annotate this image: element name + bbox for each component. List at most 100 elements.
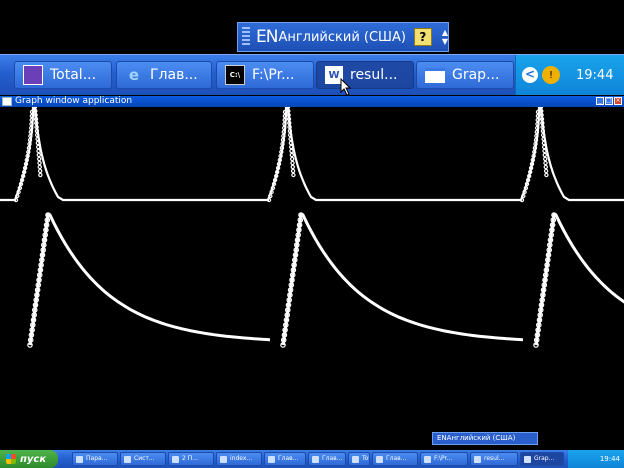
taskbar-item[interactable]: Глав... [372,452,418,466]
app-window-icon [2,97,12,106]
upper-waveform [33,107,288,202]
taskbar-button-label: Глав... [150,67,198,83]
internet-explorer-icon: e [128,66,140,84]
app-icon [124,455,131,463]
taskbar-button-results[interactable]: W resul... [316,61,414,89]
app-icon [352,455,359,463]
minimize-button[interactable]: _ [596,97,604,105]
floppy-disk-icon [23,65,43,85]
waveform-sample-point [542,144,547,150]
waveform-sample-point [291,172,296,178]
waveform-sample-point [543,164,549,170]
taskbar-item[interactable]: F:\Pr... [420,452,468,466]
waveform-sample-point [288,136,293,142]
drag-grip-icon[interactable] [242,27,250,47]
waveform-sample-point [38,172,43,178]
window-title-bar[interactable]: Graph window application _ □ × [0,96,624,107]
waveform-sample-point [36,148,41,154]
taskbar-item-label: F:\Pr... [434,455,453,462]
windows-logo-icon [6,454,16,464]
security-alert-icon[interactable]: ! [542,66,560,84]
close-button[interactable]: × [614,97,622,105]
taskbar-item[interactable]: Сист... [120,452,166,466]
chevron-left-icon[interactable]: < [522,67,538,83]
lower-waveform [28,213,271,346]
taskbar-item[interactable]: Глав... [264,452,306,466]
waveform-sample-point [544,172,549,178]
taskbar-button-label: F:\Pr... [252,67,295,83]
maximize-button[interactable]: □ [605,97,613,105]
waveform-sample-point [37,164,43,170]
waveform-sample-point [289,152,294,158]
clock[interactable]: 19:44 [576,68,613,83]
taskbar-button-glav[interactable]: e Глав... [116,61,212,89]
taskbar-item-label: Глав... [386,455,407,462]
system-tray: 19:44 [568,450,624,468]
language-code: EN [255,27,278,47]
taskbar-item[interactable]: 2 П... [168,452,214,466]
app-icon [474,455,481,463]
waveform-sample-point [37,160,42,166]
taskbar-button-label: Grap... [452,67,500,83]
waveform-sample-point [35,140,41,146]
waveform-sample-point [542,152,548,158]
taskbar-item[interactable]: index... [216,452,262,466]
waveform-sample-point [288,140,294,146]
waveform-sample-point [289,144,294,150]
language-bar[interactable]: ENАнглийский (США) [432,432,538,445]
lower-waveform [281,213,524,346]
app-icon [220,455,227,463]
taskbar-item[interactable]: Total... [348,452,370,466]
taskbar: пуск Пара... Сист... 2 П... index... Глав...… [0,450,624,468]
waveform-sample-point [543,160,548,166]
taskbar-item-label: Глав... [322,455,343,462]
taskbar-item-label: Сист... [134,455,155,462]
app-icon [312,455,319,463]
taskbar-item-label: resul... [484,455,505,462]
clock[interactable]: 19:44 [600,455,620,463]
language-bar-zoomed[interactable]: EN Английский (США) ? ▲ ▼ [237,22,449,52]
waveform-sample-point [37,168,43,174]
language-name[interactable]: Английский (США) [278,30,405,45]
app-icon [172,455,179,463]
waveform-sample-point [36,144,41,150]
waveform-sample-point [543,168,549,174]
upper-waveform [539,107,624,202]
taskbar-item-label: Глав... [278,455,299,462]
taskbar-button-total[interactable]: Total... [14,61,112,89]
waveform-sample-point [541,140,547,146]
waveform-sample-point [289,148,294,154]
taskbar-button-label: Total... [50,67,97,83]
waveform-sample-point [36,152,42,158]
taskbar-item-label: Total... [362,455,369,462]
app-icon [524,455,531,463]
system-tray-zoomed: < ! 19:44 [515,55,624,95]
taskbar-button-label: resul... [350,67,398,83]
language-bar-options-icon[interactable]: ▲ ▼ [442,28,448,46]
app-icon [424,455,431,463]
command-prompt-icon: C:\ [225,65,245,85]
waveform-sample-point [542,148,547,154]
taskbar-zoomed: Total... e Глав... C:\ F:\Pr... W resul.… [0,54,624,95]
upper-waveform [286,107,541,202]
taskbar-button-console[interactable]: C:\ F:\Pr... [216,61,314,89]
mouse-cursor-icon [340,78,352,96]
waveform-sample-point [35,136,40,142]
taskbar-item-label: index... [230,455,253,462]
waveform-sample-point [290,168,296,174]
taskbar-item[interactable]: Пара... [72,452,118,466]
app-icon [376,455,383,463]
waveform-sample-point [290,160,295,166]
help-icon[interactable]: ? [413,28,432,46]
graph-canvas [0,107,624,348]
waveform-sample-point [290,156,295,162]
window-title: Graph window application [15,96,133,106]
taskbar-item-label: 2 П... [182,455,198,462]
taskbar-item[interactable]: Grap... [520,452,564,466]
taskbar-item[interactable]: Глав... [308,452,346,466]
taskbar-button-graph[interactable]: Grap... [416,61,514,89]
taskbar-item[interactable]: resul... [470,452,518,466]
start-button[interactable]: пуск [0,450,58,468]
waveform-sample-point [541,136,546,142]
start-label: пуск [20,453,47,465]
